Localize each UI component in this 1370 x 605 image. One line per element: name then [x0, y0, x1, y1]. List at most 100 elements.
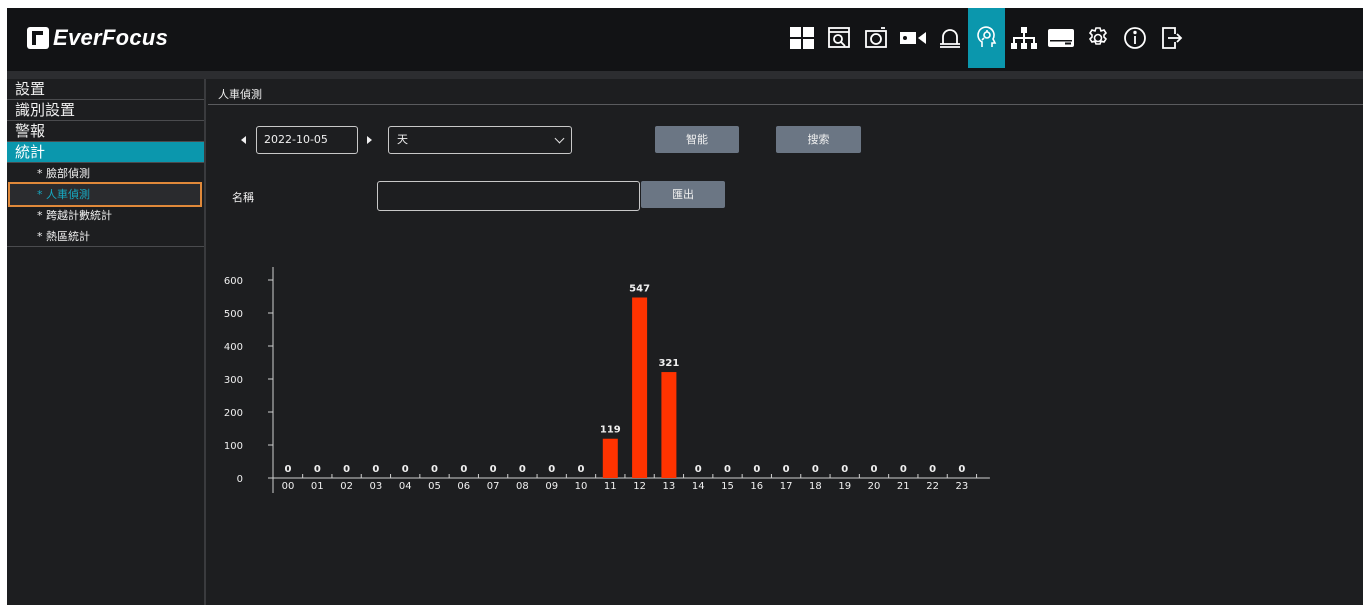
- ai-intelligence-icon: [976, 26, 996, 47]
- y-tick-label: 0: [237, 474, 243, 485]
- x-tick-label: 11: [604, 481, 617, 492]
- everfocus-logo: EverFocus: [27, 25, 168, 51]
- app-window: EverFocus 設置 識別設置 警報 統計 * 臉部偵測 * 人車偵測 * …: [7, 8, 1363, 605]
- live-view-button[interactable]: [783, 8, 820, 68]
- x-tick-label: 02: [340, 481, 353, 492]
- next-date-button[interactable]: [367, 136, 372, 144]
- data-label: 119: [600, 425, 621, 436]
- data-label: 0: [929, 464, 936, 475]
- x-tick-label: 23: [956, 481, 969, 492]
- settings-gear-icon: [1088, 27, 1107, 45]
- data-label: 0: [724, 464, 731, 475]
- snapshot-button[interactable]: [857, 8, 894, 68]
- sidebar-subitem-heatmap[interactable]: * 熱區統計: [7, 226, 204, 247]
- y-tick-label: 100: [224, 441, 243, 452]
- x-tick-label: 12: [633, 481, 646, 492]
- x-tick-label: 15: [721, 481, 734, 492]
- chevron-down-icon: [554, 133, 565, 144]
- data-label: 0: [841, 464, 848, 475]
- y-tick-label: 200: [224, 408, 243, 419]
- period-select[interactable]: 天: [388, 126, 572, 154]
- x-tick-label: 22: [926, 481, 939, 492]
- export-button[interactable]: 匯出: [641, 181, 725, 208]
- breadcrumb-divider: [208, 104, 1363, 105]
- x-tick-label: 04: [399, 481, 412, 492]
- data-label: 0: [490, 464, 497, 475]
- period-select-value: 天: [397, 133, 408, 146]
- storage-button[interactable]: [1042, 8, 1079, 68]
- y-tick-label: 600: [224, 276, 243, 287]
- playback-search-icon: [827, 27, 850, 48]
- x-tick-label: 21: [897, 481, 910, 492]
- data-label: 0: [402, 464, 409, 475]
- x-tick-label: 14: [692, 481, 705, 492]
- info-icon: [1123, 27, 1146, 49]
- sidebar-item-settings[interactable]: 設置: [7, 79, 204, 100]
- settings-button[interactable]: [1079, 8, 1116, 68]
- bar: [632, 297, 648, 478]
- data-label: 0: [871, 464, 878, 475]
- x-tick-label: 06: [457, 481, 470, 492]
- top-navigation: [783, 8, 1190, 68]
- x-tick-label: 05: [428, 481, 441, 492]
- sidebar-item-statistics[interactable]: 統計: [7, 142, 204, 163]
- x-tick-label: 08: [516, 481, 529, 492]
- search-button[interactable]: 搜索: [776, 126, 861, 153]
- logo-text: EverFocus: [53, 25, 169, 50]
- camera-icon: [899, 32, 926, 44]
- sidebar: 設置 識別設置 警報 統計 * 臉部偵測 * 人車偵測 * 跨越計數統計 * 熱…: [7, 79, 206, 605]
- date-field[interactable]: 2022-10-05: [256, 126, 358, 154]
- data-label: 0: [783, 464, 790, 475]
- info-button[interactable]: [1116, 8, 1153, 68]
- data-label: 547: [629, 283, 650, 294]
- live-view-icon: [789, 27, 814, 49]
- smart-button[interactable]: 智能: [655, 126, 739, 153]
- header-divider: [7, 71, 1363, 79]
- y-tick-label: 500: [224, 309, 243, 320]
- playback-button[interactable]: [820, 8, 857, 68]
- storage-hdd-icon: [1047, 29, 1074, 47]
- sidebar-subitem-cross-counting[interactable]: * 跨越計數統計: [7, 205, 204, 226]
- network-button[interactable]: [1005, 8, 1042, 68]
- alarm-bell-icon: [939, 29, 960, 48]
- data-label: 321: [658, 358, 679, 369]
- x-tick-label: 10: [575, 481, 588, 492]
- x-tick-label: 16: [750, 481, 763, 492]
- data-label: 0: [578, 464, 585, 475]
- data-label: 0: [519, 464, 526, 475]
- alarm-button[interactable]: [931, 8, 968, 68]
- data-label: 0: [695, 464, 702, 475]
- y-tick-label: 300: [224, 375, 243, 386]
- breadcrumb: 人車偵測: [218, 88, 262, 101]
- name-input[interactable]: [377, 181, 640, 211]
- main-panel: 人車偵測 2022-10-05 天 智能 搜索 名稱 匯出 0 100 200 300…: [208, 79, 1363, 605]
- logo-mark-icon: [27, 27, 49, 49]
- sidebar-item-alarm[interactable]: 警報: [7, 121, 204, 142]
- bar: [661, 372, 677, 478]
- ai-intelligence-button[interactable]: [968, 8, 1005, 68]
- data-label: 0: [372, 464, 379, 475]
- x-tick-label: 09: [545, 481, 558, 492]
- data-label: 0: [314, 464, 321, 475]
- camera-button[interactable]: [894, 8, 931, 68]
- x-tick-label: 01: [311, 481, 324, 492]
- sidebar-subitem-human-vehicle-detection[interactable]: * 人車偵測: [8, 182, 202, 207]
- data-label: 0: [460, 464, 467, 475]
- data-label: 0: [548, 464, 555, 475]
- data-label: 0: [285, 464, 292, 475]
- logout-button[interactable]: [1153, 8, 1190, 68]
- data-label: 0: [812, 464, 819, 475]
- data-label: 0: [753, 464, 760, 475]
- x-tick-label: 07: [487, 481, 500, 492]
- sidebar-subitem-face-detection[interactable]: * 臉部偵測: [7, 163, 204, 184]
- network-icon: [1010, 27, 1037, 49]
- previous-date-button[interactable]: [241, 136, 246, 144]
- name-label: 名稱: [232, 191, 254, 204]
- y-tick-label: 400: [224, 342, 243, 353]
- logout-icon: [1161, 27, 1182, 49]
- hourly-count-bar-chart: 0100200300400500600000010020030040050060…: [224, 267, 990, 493]
- x-tick-label: 19: [838, 481, 851, 492]
- bar: [602, 438, 618, 478]
- data-label: 0: [431, 464, 438, 475]
- sidebar-item-recognition-settings[interactable]: 識別設置: [7, 100, 204, 121]
